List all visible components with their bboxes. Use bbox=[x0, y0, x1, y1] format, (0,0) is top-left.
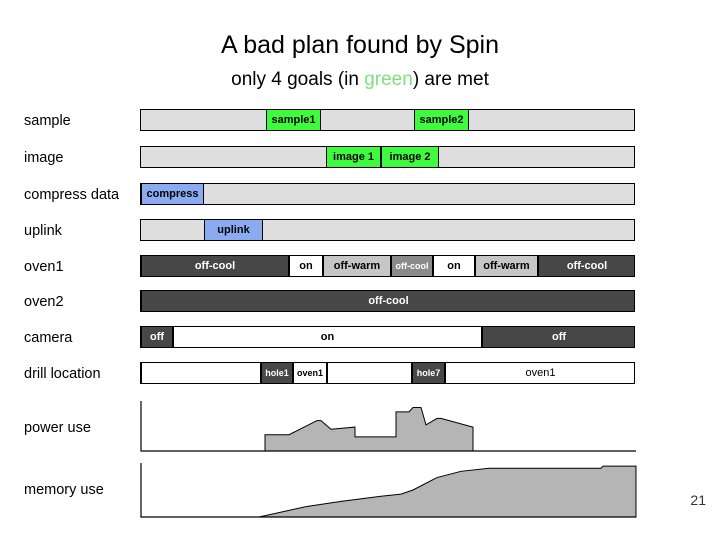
timeline-track[interactable]: image 1 image 2 bbox=[140, 146, 635, 168]
subtitle-text-after: ) are met bbox=[412, 69, 489, 90]
page-number: 21 bbox=[690, 492, 706, 508]
row-label: drill location bbox=[24, 366, 101, 382]
timeline-segment-sample2[interactable]: sample2 bbox=[414, 110, 469, 130]
subtitle-green-word: green bbox=[364, 69, 413, 90]
timeline-segment-on[interactable]: on bbox=[173, 327, 482, 347]
chart-area-fill bbox=[141, 465, 637, 518]
timeline-segment-empty[interactable] bbox=[141, 220, 204, 240]
timeline-segment-hole1[interactable]: hole1 bbox=[261, 363, 293, 383]
timeline-segment-on[interactable]: on bbox=[289, 256, 323, 276]
timeline-track[interactable]: sample1 sample2 bbox=[140, 109, 635, 131]
chart-plot bbox=[140, 401, 636, 452]
timeline-row-oven2: oven2 off-cool bbox=[0, 290, 720, 314]
timeline-segment-compress[interactable]: compress bbox=[141, 184, 204, 204]
timeline-segment-empty[interactable] bbox=[204, 184, 634, 204]
chart-memory-use: memory use bbox=[0, 462, 720, 524]
timeline-row-compress-data: compress data compress bbox=[0, 183, 720, 207]
timeline-segment-off-cool[interactable]: off-cool bbox=[141, 256, 289, 276]
timeline-segment-off[interactable]: off bbox=[141, 327, 173, 347]
timeline-row-drill-location: drill location hole1 oven1 hole7 oven1 bbox=[0, 362, 720, 386]
timeline-segment-empty[interactable] bbox=[469, 110, 634, 130]
timeline-segment-off-warm[interactable]: off-warm bbox=[475, 256, 538, 276]
timeline-segment-empty[interactable] bbox=[263, 220, 634, 240]
timeline-row-camera: camera off on off bbox=[0, 326, 720, 350]
timeline-segment-sample1[interactable]: sample1 bbox=[266, 110, 321, 130]
chart-area-fill bbox=[141, 407, 636, 452]
page-subtitle: only 4 goals (in green) are met bbox=[0, 68, 720, 92]
timeline-track[interactable]: compress bbox=[140, 183, 635, 205]
row-label: oven2 bbox=[24, 294, 64, 310]
timeline-row-uplink: uplink uplink bbox=[0, 219, 720, 243]
timeline-track[interactable]: uplink bbox=[140, 219, 635, 241]
timeline-track[interactable]: off-cool on off-warm off-cool on off-warm off-… bbox=[140, 255, 635, 277]
row-label: image bbox=[24, 150, 64, 166]
row-label: oven1 bbox=[24, 259, 64, 275]
row-label: uplink bbox=[24, 223, 62, 239]
chart-power-use: power use bbox=[0, 400, 720, 458]
timeline-segment-uplink[interactable]: uplink bbox=[204, 220, 263, 240]
timeline-track[interactable]: off on off bbox=[140, 326, 635, 348]
timeline-segment-hole7[interactable]: hole7 bbox=[412, 363, 445, 383]
timeline-row-oven1: oven1 off-cool on off-warm off-cool on off-war… bbox=[0, 255, 720, 279]
row-label: sample bbox=[24, 113, 71, 129]
row-label: compress data bbox=[24, 187, 120, 203]
timeline-segment-empty[interactable] bbox=[327, 363, 412, 383]
timeline-segment-oven1[interactable]: oven1 bbox=[445, 363, 634, 383]
timeline-segment-off-cool[interactable]: off-cool bbox=[538, 256, 634, 276]
timeline-segment-image-2[interactable]: image 2 bbox=[381, 147, 439, 167]
timeline-segment-empty[interactable] bbox=[141, 110, 266, 130]
timeline-row-sample: sample sample1 sample2 bbox=[0, 109, 720, 133]
timeline-segment-empty[interactable] bbox=[141, 147, 326, 167]
chart-plot bbox=[140, 463, 637, 518]
timeline-segment-empty[interactable] bbox=[439, 147, 634, 167]
chart-label: memory use bbox=[24, 482, 104, 498]
timeline-track[interactable]: off-cool bbox=[140, 290, 635, 312]
chart-label: power use bbox=[24, 420, 91, 436]
timeline-segment-empty[interactable] bbox=[141, 363, 261, 383]
timeline-segment-oven1[interactable]: oven1 bbox=[293, 363, 327, 383]
timeline-track[interactable]: hole1 oven1 hole7 oven1 bbox=[140, 362, 635, 384]
timeline-segment-image-1[interactable]: image 1 bbox=[326, 147, 381, 167]
timeline-segment-off-cool[interactable]: off-cool bbox=[141, 291, 634, 311]
subtitle-text-before: only 4 goals (in bbox=[231, 69, 365, 90]
page-title: A bad plan found by Spin bbox=[220, 31, 499, 59]
row-label: camera bbox=[24, 330, 73, 346]
timeline-row-image: image image 1 image 2 bbox=[0, 146, 720, 170]
timeline-segment-empty[interactable] bbox=[321, 110, 414, 130]
timeline-segment-off-cool[interactable]: off-cool bbox=[391, 256, 433, 276]
timeline-segment-off[interactable]: off bbox=[482, 327, 634, 347]
timeline-segment-on[interactable]: on bbox=[433, 256, 475, 276]
timeline-segment-off-warm[interactable]: off-warm bbox=[323, 256, 391, 276]
